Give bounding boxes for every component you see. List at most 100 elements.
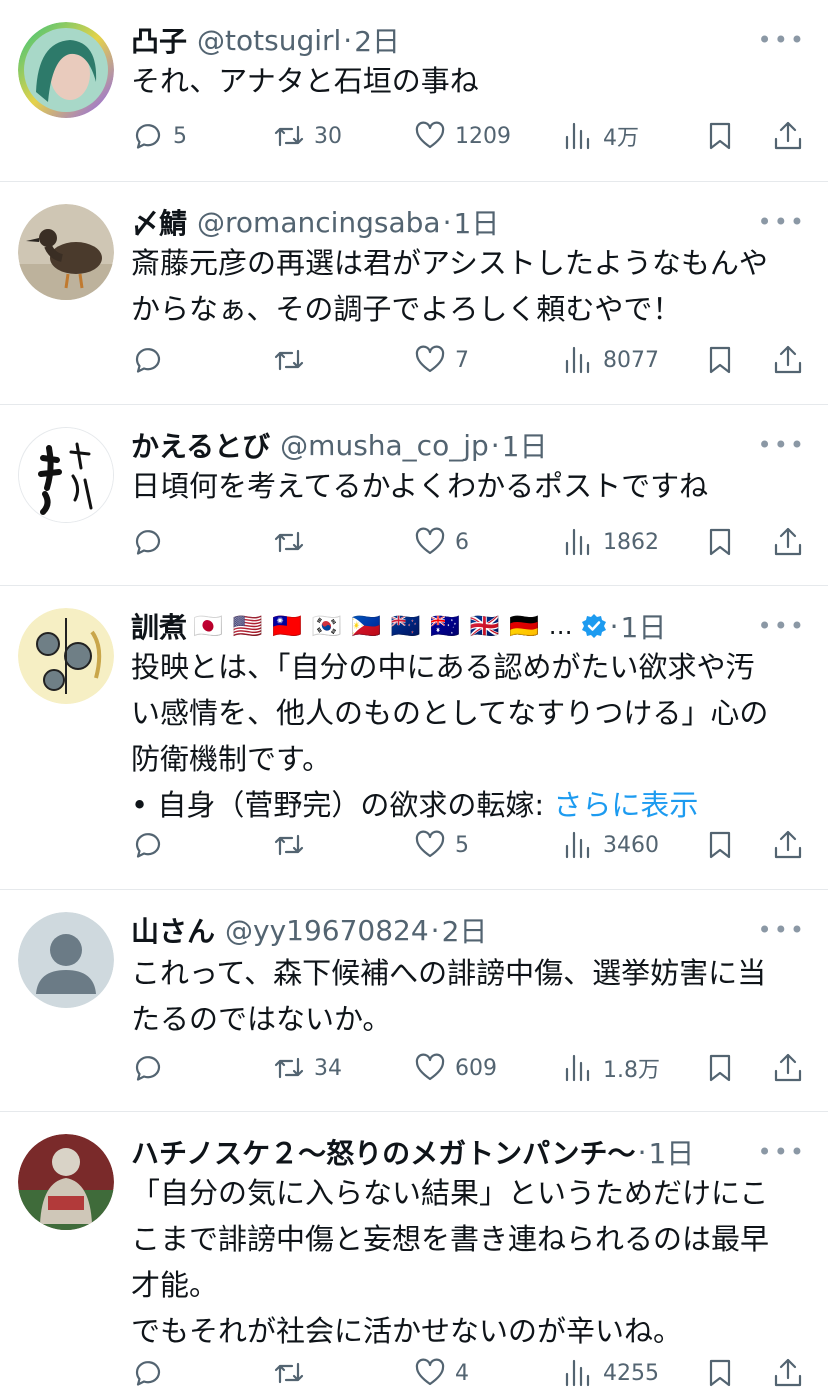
bookmark-button[interactable] (703, 1353, 737, 1393)
bookmark-button[interactable] (703, 1048, 737, 1088)
reply-icon (135, 348, 161, 373)
bookmark-button[interactable] (703, 522, 737, 562)
views-button[interactable]: 8077 (561, 340, 659, 380)
avatar[interactable] (18, 204, 114, 300)
share-button[interactable] (771, 522, 805, 562)
retweet-button[interactable]: 30 (272, 116, 342, 156)
like-button[interactable]: 609 (413, 1048, 497, 1088)
heart-icon (415, 121, 445, 149)
timestamp[interactable]: 1日 (621, 606, 667, 646)
views-button[interactable]: 1862 (561, 522, 659, 562)
views-button[interactable]: 4万 (561, 116, 639, 156)
tweet[interactable]: かえるとび @musha_co_jp · 1日 ••• 日頃何を考えてるかよくわ… (0, 405, 828, 586)
share-button[interactable] (771, 825, 805, 865)
share-button[interactable] (771, 1353, 805, 1393)
tweet-text: 斎藤元彦の再選は君がアシストしたようなもんや からなぁ、その調子でよろしく頼むや… (131, 240, 790, 332)
avatar[interactable] (18, 608, 114, 704)
like-button[interactable]: 6 (413, 522, 469, 562)
tweet[interactable]: 訓煮 🇯🇵 🇺🇸 🇹🇼 🇰🇷 🇵🇭 🇳🇿 🇦🇺 🇬🇧 🇩🇪 … · 1日 •••… (0, 586, 828, 890)
tweet-text-line: たるのではないか。 (131, 1002, 392, 1036)
heart-icon (415, 345, 445, 373)
retweet-icon (274, 1057, 304, 1079)
retweet-button[interactable] (272, 1353, 314, 1393)
author-name[interactable]: ハチノスケ２〜怒りのメガトンパンチ〜 (131, 1132, 636, 1172)
author-handle[interactable]: @romancingsaba (197, 206, 441, 239)
tweet[interactable]: 〆鯖 @romancingsaba · 1日 ••• 斎藤元彦の再選は君がアシス… (0, 182, 828, 405)
reply-button[interactable] (131, 522, 173, 562)
share-icon (774, 527, 802, 556)
more-options-icon[interactable]: ••• (758, 431, 806, 459)
flag-emojis: 🇯🇵 🇺🇸 🇹🇼 🇰🇷 🇵🇭 🇳🇿 🇦🇺 🇬🇧 🇩🇪 … (193, 612, 574, 640)
retweet-button[interactable]: 34 (272, 1048, 342, 1088)
more-options-icon[interactable]: ••• (758, 208, 806, 236)
like-button[interactable]: 1209 (413, 116, 511, 156)
retweet-icon (274, 531, 304, 553)
reply-button[interactable] (131, 1353, 173, 1393)
author-name[interactable]: 凸子 (131, 20, 187, 60)
show-more-link[interactable]: さらに表示 (553, 788, 698, 822)
bookmark-button[interactable] (703, 116, 737, 156)
action-bar: 5 30 1209 4万 (131, 116, 808, 156)
tweet[interactable]: 凸子 @totsugirl · 2日 ••• それ、アナタと石垣の事ね 5 30… (0, 0, 828, 182)
views-button[interactable]: 3460 (561, 825, 659, 865)
reply-button[interactable] (131, 340, 173, 380)
retweet-button[interactable] (272, 825, 314, 865)
author-name[interactable]: 訓煮 (131, 606, 187, 646)
avatar-calligraphy-icon (19, 428, 113, 522)
bookmark-button[interactable] (703, 825, 737, 865)
avatar[interactable] (18, 1134, 114, 1230)
timestamp[interactable]: 1日 (502, 425, 548, 465)
heart-icon (415, 830, 445, 858)
author-handle[interactable]: @musha_co_jp (280, 429, 489, 462)
author-name[interactable]: かえるとび (131, 425, 270, 465)
tweet-text-fragment: • 自身（菅野完）の欲求の転嫁: (131, 788, 554, 822)
tweet-text-line: それ、アナタと石垣の事ね (131, 64, 479, 98)
avatar[interactable] (18, 22, 114, 118)
tweet-text-line: • 自身（菅野完）の欲求の転嫁: さらに表示 (131, 782, 790, 828)
retweet-icon (274, 1362, 304, 1384)
reply-button[interactable] (131, 825, 173, 865)
more-options-icon[interactable]: ••• (758, 1138, 806, 1166)
more-options-icon[interactable]: ••• (758, 612, 806, 640)
share-button[interactable] (771, 340, 805, 380)
like-button[interactable]: 5 (413, 825, 469, 865)
author-name[interactable]: 山さん (131, 910, 215, 950)
action-bar: 5 3460 (131, 825, 808, 865)
author-handle[interactable]: @yy19670824 (225, 914, 429, 947)
like-count: 1209 (455, 123, 511, 149)
share-button[interactable] (771, 1048, 805, 1088)
retweet-button[interactable] (272, 340, 314, 380)
timestamp[interactable]: 2日 (442, 910, 488, 950)
reply-icon (135, 1056, 161, 1081)
retweet-button[interactable] (272, 522, 314, 562)
timestamp[interactable]: 2日 (354, 20, 400, 60)
like-button[interactable]: 7 (413, 340, 469, 380)
timestamp[interactable]: 1日 (648, 1132, 694, 1172)
separator-dot: · (637, 1135, 647, 1169)
timestamp[interactable]: 1日 (454, 202, 500, 242)
avatar[interactable] (18, 912, 114, 1008)
share-button[interactable] (771, 116, 805, 156)
bookmark-button[interactable] (703, 340, 737, 380)
views-button[interactable]: 1.8万 (561, 1048, 660, 1088)
verified-badge-icon[interactable] (580, 612, 608, 640)
like-button[interactable]: 4 (413, 1353, 469, 1393)
tweet[interactable]: 山さん @yy19670824 · 2日 ••• これって、森下候補への誹謗中傷… (0, 890, 828, 1112)
tweet-text-line: 投映とは、「自分の中にある認めがたい欲求や汚 (131, 650, 755, 684)
avatar[interactable] (18, 427, 114, 523)
more-options-icon[interactable]: ••• (758, 916, 806, 944)
bookmark-icon (709, 346, 731, 374)
tweet-text: これって、森下候補への誹謗中傷、選挙妨害に当 たるのではないか。 (131, 950, 790, 1042)
tweet-text: 投映とは、「自分の中にある認めがたい欲求や汚 い感情を、他人のものとしてなすりつ… (131, 644, 790, 828)
author-name[interactable]: 〆鯖 (131, 202, 187, 242)
avatar-wrestler-photo-icon (18, 1134, 114, 1230)
views-button[interactable]: 4255 (561, 1353, 659, 1393)
reply-button[interactable]: 5 (131, 116, 187, 156)
action-bar: 6 1862 (131, 522, 808, 562)
more-options-icon[interactable]: ••• (758, 26, 806, 54)
author-handle[interactable]: @totsugirl (197, 24, 341, 57)
share-icon (774, 1053, 802, 1082)
reply-button[interactable] (131, 1048, 173, 1088)
tweet-text: それ、アナタと石垣の事ね (131, 58, 790, 104)
tweet[interactable]: ハチノスケ２〜怒りのメガトンパンチ〜 · 1日 ••• 「自分の気に入らない結果… (0, 1112, 828, 1397)
